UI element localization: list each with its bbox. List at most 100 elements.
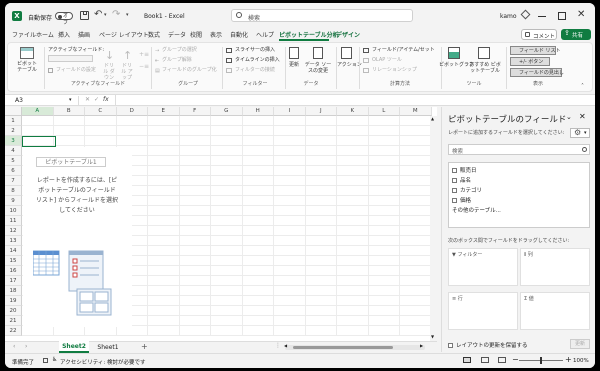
next-sheet-icon[interactable]: › <box>25 343 27 350</box>
column-header-j[interactable]: J <box>305 107 337 116</box>
diamond-icon[interactable] <box>520 9 531 20</box>
row-header-2[interactable]: 2 <box>5 126 22 136</box>
column-header-b[interactable]: B <box>53 107 85 116</box>
buttons-toggle[interactable]: +/- ボタン <box>510 57 550 66</box>
row-header-18[interactable]: 18 <box>5 286 22 296</box>
column-header-l[interactable]: L <box>368 107 400 116</box>
worksheet-grid[interactable]: ABCDEFGHIJKLM 1 2 3 4 5 6 7 8 9 10 11 12 13 14 15 16 17 1… <box>5 107 437 341</box>
field-checkbox[interactable] <box>452 188 457 193</box>
tab-home[interactable]: ホーム <box>36 30 54 39</box>
scroll-left-icon[interactable]: ◀ <box>284 343 287 348</box>
more-tables-link[interactable]: その他のテーブル... <box>452 206 501 214</box>
row-header-20[interactable]: 20 <box>5 306 22 316</box>
pane-options-icon[interactable]: ⌄ <box>566 113 572 121</box>
field-list-toggle[interactable]: フィールド リスト <box>510 46 561 55</box>
active-field-input[interactable] <box>48 55 93 62</box>
insert-function-icon[interactable]: fx <box>103 96 109 103</box>
defer-checkbox[interactable] <box>448 343 453 348</box>
zoom-slider-thumb[interactable] <box>540 357 542 364</box>
group-selection-button[interactable]: グループの選択 <box>162 47 197 54</box>
field-item-date[interactable]: 販売日 <box>452 166 477 174</box>
pane-settings-button[interactable]: ⚙ ▾ <box>570 128 590 138</box>
row-header-13[interactable]: 13 <box>5 236 22 246</box>
comment-button[interactable]: コメント <box>521 29 557 40</box>
rows-area[interactable]: ≡ 行 <box>448 292 518 330</box>
row-header-17[interactable]: 17 <box>5 276 22 286</box>
tab-review[interactable]: 校閲 <box>190 30 202 39</box>
column-header-g[interactable]: G <box>211 107 243 116</box>
tab-view[interactable]: 表示 <box>210 30 222 39</box>
row-header-19[interactable]: 19 <box>5 296 22 306</box>
customize-qat-icon[interactable]: ▾ <box>126 12 129 18</box>
pivot-placeholder[interactable]: ピボットテーブル1 レポートを作成するには、[ピ ボットテーブルのフィールド リ… <box>23 147 132 327</box>
insert-timeline-button[interactable]: タイムラインの挿入 <box>235 57 280 64</box>
ungroup-button[interactable]: グループ解除 <box>162 57 192 64</box>
columns-area[interactable]: ⫴ 列 <box>520 248 590 286</box>
fields-items-sets-button[interactable]: フィールド/アイテム/セット <box>372 47 435 54</box>
relationships-button[interactable]: リレーションシップ <box>372 67 417 74</box>
tab-data[interactable]: データ <box>168 30 186 39</box>
more-options-icon[interactable]: ⋮ <box>275 342 281 349</box>
page-layout-view-icon[interactable] <box>481 357 489 363</box>
horizontal-scrollbar[interactable]: ◀ ▶ <box>284 343 425 350</box>
sheet-tab-sheet2[interactable]: Sheet2 <box>59 341 89 353</box>
collapse-field-icon[interactable]: −≡ <box>139 63 149 70</box>
recommended-pivot-button[interactable]: おすすめ ピボットテーブル <box>469 62 501 74</box>
zoom-in-icon[interactable]: + <box>565 355 572 364</box>
field-checkbox[interactable] <box>452 198 457 203</box>
column-header-k[interactable]: K <box>337 107 369 116</box>
save-icon[interactable] <box>80 11 89 20</box>
refresh-button[interactable]: 更新 <box>286 62 302 68</box>
expand-field-icon[interactable]: +≡ <box>139 51 149 58</box>
tab-design[interactable]: デザイン <box>336 30 360 39</box>
values-area[interactable]: Σ 値 <box>520 292 590 330</box>
action-button[interactable]: アクション <box>337 62 362 68</box>
row-header-21[interactable]: 21 <box>5 316 22 326</box>
accessibility-status[interactable]: アクセシビリティ: 検討が必要です <box>60 358 146 366</box>
tab-draw[interactable]: 描画 <box>78 30 90 39</box>
field-checkbox[interactable] <box>452 178 457 183</box>
column-header-d[interactable]: D <box>116 107 148 116</box>
row-header-5[interactable]: 5 <box>5 156 22 166</box>
scroll-up-icon[interactable]: ▲ <box>431 116 434 121</box>
tab-file[interactable]: ファイル <box>12 30 36 39</box>
pane-close-icon[interactable]: ✕ <box>579 112 586 121</box>
autosave-toggle[interactable]: オフ <box>55 12 73 26</box>
field-headers-toggle[interactable]: フィールドの見出し <box>510 68 564 77</box>
sheet-tab-sheet1[interactable]: Sheet1 <box>93 342 123 353</box>
change-source-button[interactable]: データ ソースの変更 <box>304 62 332 74</box>
column-header-i[interactable]: I <box>274 107 306 116</box>
row-header-11[interactable]: 11 <box>5 216 22 226</box>
ribbon-collapse-icon[interactable]: ˄ <box>581 83 584 90</box>
row-header-16[interactable]: 16 <box>5 266 22 276</box>
name-box[interactable]: A3 ▾ <box>9 96 79 105</box>
zoom-out-icon[interactable]: − <box>512 355 519 364</box>
tab-insert[interactable]: 挿入 <box>58 30 70 39</box>
redo-icon[interactable]: ↷ <box>112 9 120 20</box>
maximize-icon[interactable] <box>558 12 566 20</box>
row-header-4[interactable]: 4 <box>5 146 22 156</box>
olap-tools-button[interactable]: OLAP ツール <box>372 57 402 64</box>
drilldown-button[interactable]: ドリル ダウン <box>102 63 116 81</box>
row-header-8[interactable]: 8 <box>5 186 22 196</box>
row-header-6[interactable]: 6 <box>5 166 22 176</box>
row-header-14[interactable]: 14 <box>5 246 22 256</box>
vertical-scrollbar[interactable]: ▲ ▼ <box>430 116 437 341</box>
row-header-22[interactable]: 22 <box>5 326 22 336</box>
prev-sheet-icon[interactable]: ‹ <box>13 343 15 350</box>
active-cell-a3[interactable] <box>22 136 56 147</box>
user-name[interactable]: kamo <box>500 13 517 20</box>
field-item-price[interactable]: 価格 <box>452 196 471 204</box>
column-header-c[interactable]: C <box>85 107 117 116</box>
cancel-icon[interactable]: ✕ <box>85 96 90 103</box>
undo-icon[interactable]: ↶ <box>94 9 102 20</box>
field-item-name[interactable]: 品名 <box>452 176 471 184</box>
tab-pivot-analyze[interactable]: ピボットテーブル分析 <box>279 30 339 39</box>
scroll-down-icon[interactable]: ▼ <box>431 334 434 339</box>
update-button[interactable]: 更新 <box>570 339 590 349</box>
select-all-corner[interactable] <box>5 107 22 116</box>
scroll-thumb[interactable] <box>293 346 393 349</box>
enter-icon[interactable]: ✓ <box>94 96 99 103</box>
column-header-h[interactable]: H <box>242 107 274 116</box>
zoom-slider[interactable] <box>519 357 563 364</box>
